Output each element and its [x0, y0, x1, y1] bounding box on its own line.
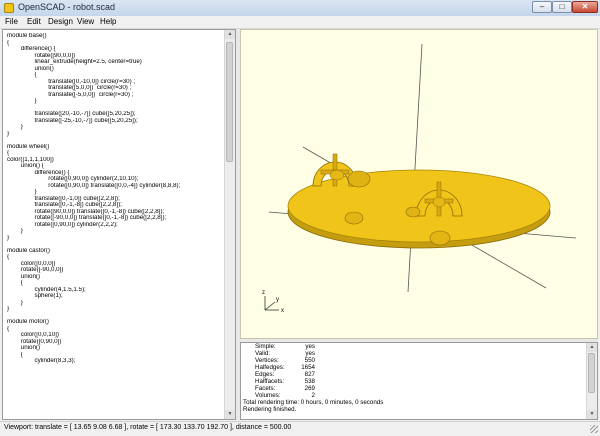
console-stat-row: Halfedges: 1654 — [241, 364, 587, 371]
window-title: OpenSCAD - robot.scad — [18, 2, 116, 12]
motor-left — [347, 170, 371, 188]
editor-scrollbar[interactable]: ▲ ▼ — [224, 30, 235, 419]
menu-file[interactable]: File — [5, 17, 18, 26]
code-line[interactable]: cylinder(8,3,3); — [7, 358, 225, 365]
minimize-button[interactable]: – — [532, 1, 552, 13]
maximize-button[interactable]: □ — [552, 1, 572, 13]
console-stat-row: Halffacets: 538 — [241, 378, 587, 385]
title-bar: OpenSCAD - robot.scad – □ ✕ — [0, 0, 600, 17]
console-stat-value: 538 — [304, 378, 315, 385]
console-scrollbar[interactable]: ▲ ▼ — [586, 343, 597, 419]
status-bar: Viewport: translate = [ 13.65 9.08 6.68 … — [0, 421, 600, 436]
console-stat-label: Edges: — [255, 371, 275, 378]
console-stat-label: Vertices: — [255, 357, 279, 364]
console-stat-value: 1654 — [301, 364, 315, 371]
menu-design[interactable]: Design — [48, 17, 73, 26]
castor-left — [344, 211, 364, 225]
rendered-model: z x y — [262, 43, 577, 314]
console-scroll-up-icon[interactable]: ▲ — [587, 343, 597, 352]
axis-indicator: z x y — [262, 290, 284, 314]
console-stat-row: Edges: 827 — [241, 371, 587, 378]
console-stat-value: 2 — [311, 392, 315, 399]
menu-edit[interactable]: Edit — [27, 17, 41, 26]
console-stat-row: Facets: 269 — [241, 385, 587, 392]
3d-viewport[interactable]: z x y — [240, 29, 598, 339]
console-output: Simple: yes Valid: yes Vertices: 550 Halfedges… — [240, 342, 598, 420]
rendering-time-text: Total rendering time: 0 hours, 0 minutes… — [243, 399, 384, 406]
rendering-finished-text: Rendering finished. — [243, 406, 297, 413]
console-stat-label: Valid: — [255, 350, 271, 357]
console-stat-value: yes — [305, 343, 315, 350]
axis-label-y: y — [276, 297, 279, 303]
code-editor[interactable]: module base(){ difference() { rotate([90… — [2, 29, 236, 420]
console-message-row: Total rendering time: 0 hours, 0 minutes… — [241, 399, 587, 406]
code-text[interactable]: module base(){ difference() { rotate([90… — [7, 33, 225, 365]
console-stat-label: Volumes: — [255, 392, 281, 399]
console-stat-value: yes — [305, 350, 315, 357]
scroll-up-arrow-icon[interactable]: ▲ — [225, 30, 235, 39]
scroll-down-arrow-icon[interactable]: ▼ — [225, 410, 235, 419]
console-stat-label: Simple: — [255, 343, 276, 350]
close-button[interactable]: ✕ — [572, 1, 598, 13]
openscad-app-icon — [4, 3, 14, 13]
console-scroll-down-icon[interactable]: ▼ — [587, 410, 597, 419]
console-scroll-thumb[interactable] — [588, 353, 595, 393]
console-stat-label: Halffacets: — [255, 378, 285, 385]
axis-line-vertical — [407, 43, 423, 293]
console-message-row: Rendering finished. — [241, 406, 587, 413]
axis-label-x: x — [281, 308, 284, 314]
resize-grip-icon[interactable] — [590, 425, 598, 433]
motor-right — [405, 206, 421, 218]
console-stat-row: Simple: yes — [241, 343, 587, 350]
console-stat-label: Facets: — [255, 385, 276, 392]
console-lines: Simple: yes Valid: yes Vertices: 550 Halfedges… — [241, 343, 587, 413]
console-stat-row: Valid: yes — [241, 350, 587, 357]
console-stat-value: 550 — [304, 357, 315, 364]
menu-help[interactable]: Help — [100, 17, 116, 26]
axis-label-z: z — [262, 290, 265, 296]
console-stat-value: 827 — [304, 371, 315, 378]
viewport-status-text: Viewport: translate = [ 13.65 9.08 6.68 … — [4, 424, 292, 431]
castor-right — [429, 230, 451, 246]
console-stat-row: Vertices: 550 — [241, 357, 587, 364]
menu-view[interactable]: View — [77, 17, 94, 26]
console-stat-row: Volumes: 2 — [241, 392, 587, 399]
menu-bar: File Edit Design View Help — [0, 16, 600, 29]
console-stat-value: 269 — [304, 385, 315, 392]
editor-scroll-thumb[interactable] — [226, 42, 233, 162]
